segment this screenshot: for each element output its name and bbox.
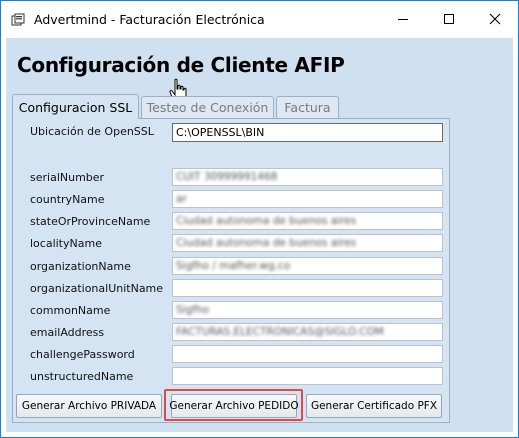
common-name-input[interactable]: Sigfho [172,301,443,319]
app-window: Advertmind - Facturación Electrónica Con… [0,0,519,438]
organization-name-label: organizationName [30,260,131,273]
email-address-input[interactable]: FACTURAS.ELECTRONICAS@SIGLO.COM [172,323,443,341]
serial-number-input[interactable]: CUIT 30999991468 [172,168,443,186]
unstructured-name-input[interactable] [172,367,443,385]
ssl-config-panel: Ubicación de OpenSSL C:\OPENSSL\BIN seri… [12,118,450,423]
openssl-path-input[interactable]: C:\OPENSSL\BIN [172,123,443,142]
tab-testeo-conexion[interactable]: Testeo de Conexión [141,96,274,118]
title-bar[interactable]: Advertmind - Facturación Electrónica [1,1,518,37]
window-title: Advertmind - Facturación Electrónica [34,12,265,27]
close-icon [489,10,501,29]
state-province-input[interactable]: Ciudad autonoma de buenos aires [172,212,443,230]
state-province-label: stateOrProvinceName [30,215,151,228]
generate-pfx-button[interactable]: Generar Certificado PFX [306,394,442,418]
common-name-label: commonName [30,304,111,317]
serial-number-label: serialNumber [30,171,105,184]
minimize-button[interactable] [380,1,426,37]
generate-private-key-button[interactable]: Generar Archivo PRIVADA [16,394,162,418]
client-area: Configuración de Cliente AFIP Configurac… [6,38,513,432]
locality-name-input[interactable]: Ciudad autonoma de buenos aires [172,234,443,252]
page-title: Configuración de Cliente AFIP [17,53,345,77]
locality-name-label: localityName [30,237,102,250]
maximize-button[interactable] [426,1,472,37]
challenge-password-label: challengePassword [30,348,135,361]
organization-name-input[interactable]: Sigfho / mafher.wg.co [172,257,443,275]
tab-factura[interactable]: Factura [276,96,339,118]
maximize-icon [443,10,455,29]
org-unit-name-input[interactable] [172,279,443,297]
challenge-password-input[interactable] [172,345,443,363]
country-name-label: countryName [30,193,105,206]
openssl-label: Ubicación de OpenSSL [30,125,154,138]
unstructured-name-label: unstructuredName [30,370,134,383]
email-address-label: emailAddress [30,326,105,339]
org-unit-name-label: organizationalUnitName [30,282,164,295]
close-button[interactable] [472,1,518,37]
minimize-icon [397,10,409,29]
generate-request-button[interactable]: Generar Archivo PEDIDO [169,394,299,418]
app-icon [11,12,25,26]
country-name-input[interactable]: ar [172,190,443,208]
tab-configuracion-ssl[interactable]: Configuracion SSL [12,94,139,119]
